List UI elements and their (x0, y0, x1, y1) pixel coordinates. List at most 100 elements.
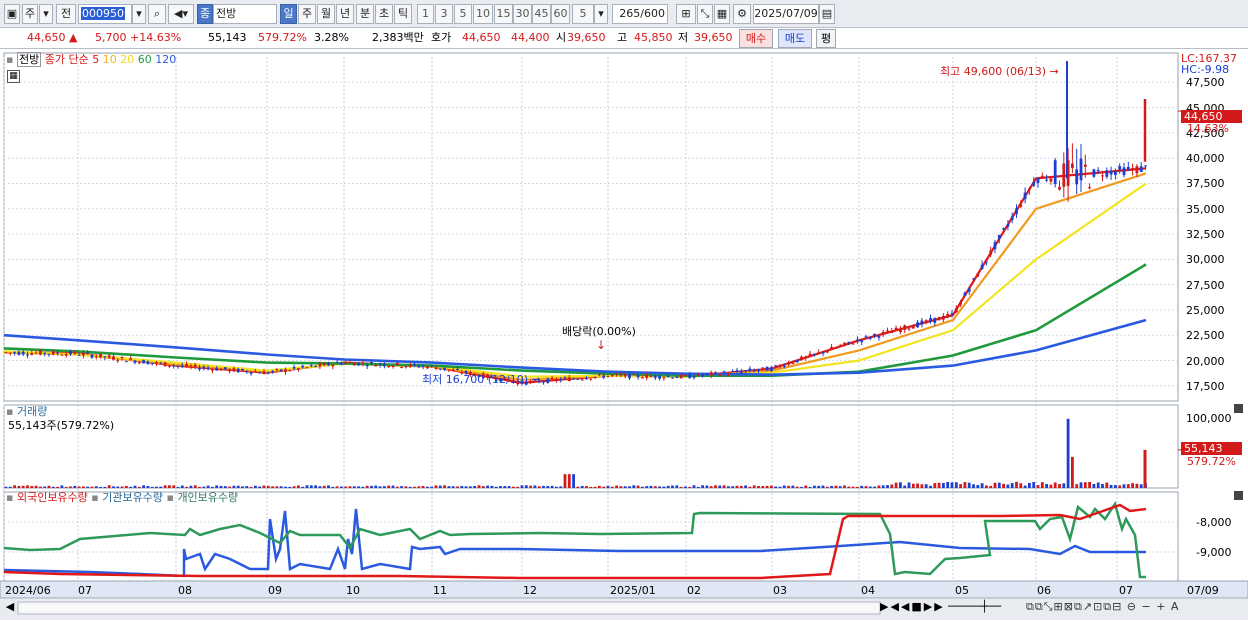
candle-body (1053, 160, 1057, 185)
chart-tool-icon[interactable]: ⊞ (676, 4, 696, 24)
stock-name[interactable]: 전방 (213, 4, 277, 24)
period-year[interactable]: 년 (336, 4, 354, 24)
candle-body (881, 331, 885, 334)
bar-count-field[interactable]: 265/600 (612, 4, 668, 24)
interval-5[interactable]: 5 (454, 4, 472, 24)
period-day[interactable]: 일 (280, 4, 297, 24)
period-second[interactable]: 초 (375, 4, 393, 24)
volume-bar (903, 485, 907, 488)
volume-bar (365, 485, 369, 488)
candle-body (400, 366, 403, 368)
speaker-icon[interactable]: ◀▾ (168, 4, 194, 24)
period-minute[interactable]: 분 (356, 4, 374, 24)
price-tick: 20,000 (1186, 354, 1225, 368)
candle-body (899, 328, 902, 333)
volume-bar (1139, 484, 1143, 488)
candle-body (1122, 167, 1126, 176)
high-price: 45,850 (634, 31, 673, 44)
x-tick: 07 (1119, 584, 1133, 597)
candle-body (1028, 188, 1031, 191)
calendar-icon[interactable]: ▤ (819, 4, 835, 24)
period-tick[interactable]: 틱 (394, 4, 412, 24)
buy-button[interactable]: 매수 (739, 29, 773, 48)
volume-bar (542, 485, 545, 488)
volume-bar (1015, 481, 1018, 488)
candle-body (744, 370, 747, 372)
candle-body (967, 288, 971, 292)
search-icon[interactable]: ⌕ (148, 4, 166, 24)
chart-tools-row[interactable]: ⧉⧉⤡⊞⊠⧉↗⊡⧉⊟ ⊖ − + A (1026, 600, 1246, 616)
price-change: 5,700 (95, 31, 127, 44)
interval-3[interactable]: 3 (435, 4, 453, 24)
volume-bar (305, 485, 309, 488)
custom-interval[interactable]: 5 (572, 4, 594, 24)
save-icon[interactable]: ▦ (714, 4, 730, 24)
volume-bar (481, 486, 485, 488)
volume-bar (417, 486, 421, 488)
holding-panel-frame (3, 491, 1179, 582)
type-select[interactable]: 주 (22, 4, 38, 24)
candle-body (662, 377, 666, 379)
candle-body (335, 361, 339, 363)
candle-body (443, 367, 446, 370)
interval-10[interactable]: 10 (473, 4, 493, 24)
volume-bar (275, 486, 279, 488)
volume-bar (215, 485, 219, 488)
candle-body (1118, 166, 1122, 170)
ma120-legend: 120 (155, 53, 177, 66)
code-dropdown-icon[interactable]: ▾ (132, 4, 146, 24)
interval-60[interactable]: 60 (551, 4, 570, 24)
crosshair-icon[interactable]: ⤡ (697, 4, 713, 24)
scroll-left-icon[interactable]: ◀ (3, 600, 17, 616)
candle-body (606, 375, 610, 377)
volume-bar (185, 486, 188, 488)
volume-bar (997, 482, 1001, 488)
interval-30[interactable]: 30 (513, 4, 532, 24)
table-icon[interactable]: ▦ (7, 70, 20, 83)
scroll-controls[interactable]: ▶◀◀■▶▶ (880, 600, 943, 616)
volume-bar (451, 486, 455, 488)
chart-area[interactable]: ▪ 전방 종가 단순 5 10 20 60 120 ▦ LC:167.37 HC… (0, 49, 1248, 621)
date-field[interactable]: 2025/07/09 (753, 4, 819, 24)
volume-bar (17, 485, 21, 488)
mode-select[interactable]: 전 (56, 4, 76, 24)
volume-bar (271, 486, 274, 488)
candle-body (580, 379, 584, 381)
x-tick: 11 (433, 584, 447, 597)
volume-bar (942, 482, 945, 488)
volume-bar (374, 485, 378, 488)
candle-body (847, 341, 851, 344)
candle-body (150, 362, 154, 364)
holding-panel-close-icon[interactable] (1234, 491, 1243, 500)
interval-15[interactable]: 15 (494, 4, 513, 24)
window-menu-icon[interactable]: ▣ (4, 4, 20, 24)
candle-body (778, 365, 782, 368)
candle-body (593, 376, 597, 378)
candle-body (4, 352, 8, 354)
volume-bar (524, 485, 528, 488)
volume-bar (744, 485, 747, 488)
volume-bar (834, 485, 838, 488)
volume-bar (550, 485, 554, 488)
volume-bar (727, 486, 730, 488)
candle-body (752, 369, 756, 372)
volume-panel-close-icon[interactable] (1234, 404, 1243, 413)
volume-bar (843, 485, 846, 488)
interval-45[interactable]: 45 (532, 4, 551, 24)
period-month[interactable]: 월 (317, 4, 335, 24)
volume-bar (395, 486, 399, 488)
type-dropdown-icon[interactable]: ▾ (39, 4, 53, 24)
stock-code-input[interactable]: 000950 (78, 4, 132, 24)
sell-button[interactable]: 매도 (778, 29, 812, 48)
interval-1[interactable]: 1 (417, 4, 434, 24)
volume-bar (593, 486, 597, 488)
price-tick: 25,000 (1186, 303, 1225, 317)
period-week[interactable]: 주 (298, 4, 316, 24)
gear-icon[interactable]: ⚙ (733, 4, 751, 24)
volume-bar (808, 486, 812, 488)
candle-body (51, 351, 55, 355)
interval-dropdown-icon[interactable]: ▾ (594, 4, 608, 24)
average-button[interactable]: 평 (816, 29, 836, 48)
zoom-slider[interactable]: ─────┼── (948, 600, 1022, 616)
ma60-legend: 60 (137, 53, 152, 66)
